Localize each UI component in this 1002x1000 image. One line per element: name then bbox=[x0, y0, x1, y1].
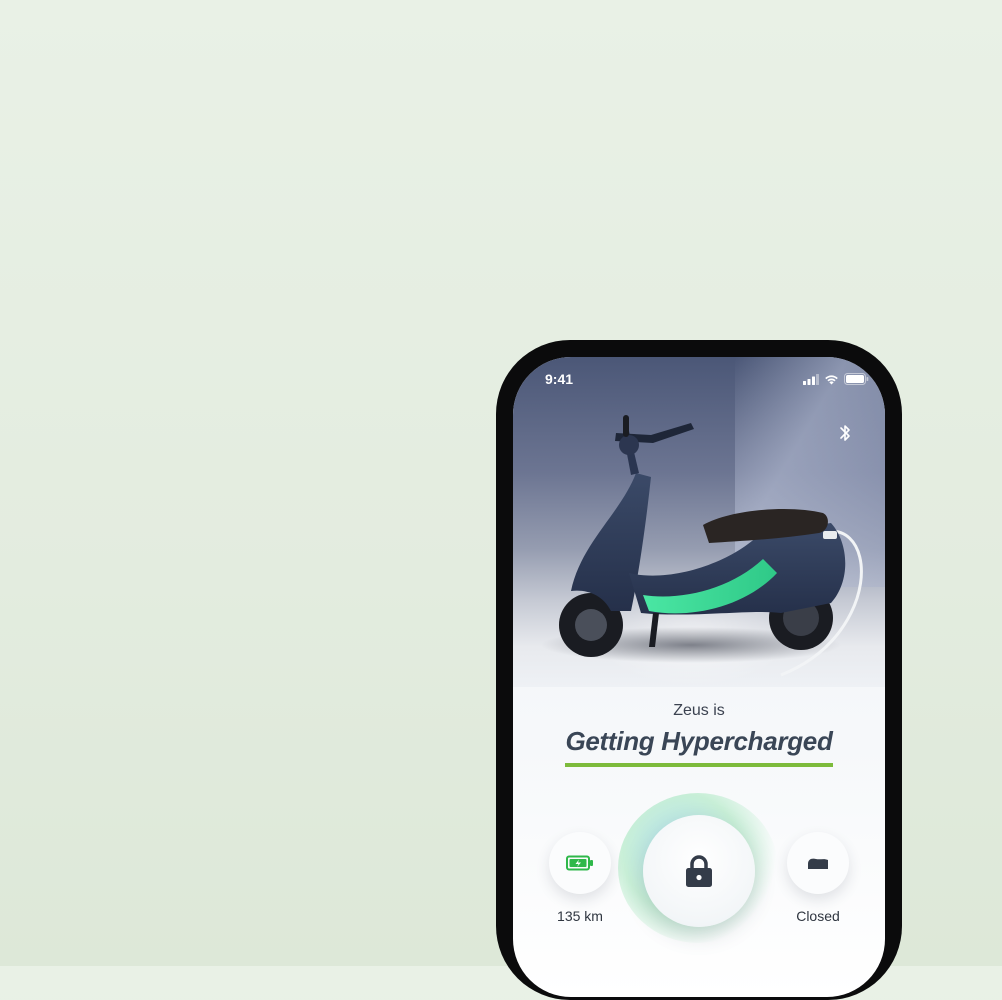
controls-row: 135 km Closed bbox=[513, 793, 885, 955]
status-icons bbox=[803, 373, 869, 385]
signal-icon bbox=[803, 373, 819, 385]
charging-headline: Getting Hypercharged bbox=[565, 726, 833, 767]
lock-icon bbox=[686, 855, 712, 887]
boot-label: Closed bbox=[796, 908, 840, 924]
range-button[interactable] bbox=[549, 832, 611, 894]
range-label: 135 km bbox=[557, 908, 603, 924]
lock-button[interactable] bbox=[643, 815, 755, 927]
hero-scene: 9:41 bbox=[513, 357, 885, 687]
wifi-icon bbox=[825, 374, 838, 384]
status-heading: Zeus is Getting Hypercharged bbox=[513, 702, 885, 767]
boot-button[interactable] bbox=[787, 832, 849, 894]
boot-icon bbox=[808, 858, 828, 869]
scooter-name-line: Zeus is bbox=[673, 702, 725, 719]
battery-status-icon bbox=[844, 373, 869, 385]
bluetooth-icon[interactable] bbox=[833, 421, 857, 445]
phone-screen: 9:41 Zeus is Getting Hypercharged 135 km… bbox=[513, 357, 885, 997]
status-bar: 9:41 bbox=[513, 357, 885, 401]
battery-charging-icon bbox=[566, 855, 593, 871]
status-time: 9:41 bbox=[545, 371, 574, 387]
scooter-image bbox=[541, 415, 863, 677]
